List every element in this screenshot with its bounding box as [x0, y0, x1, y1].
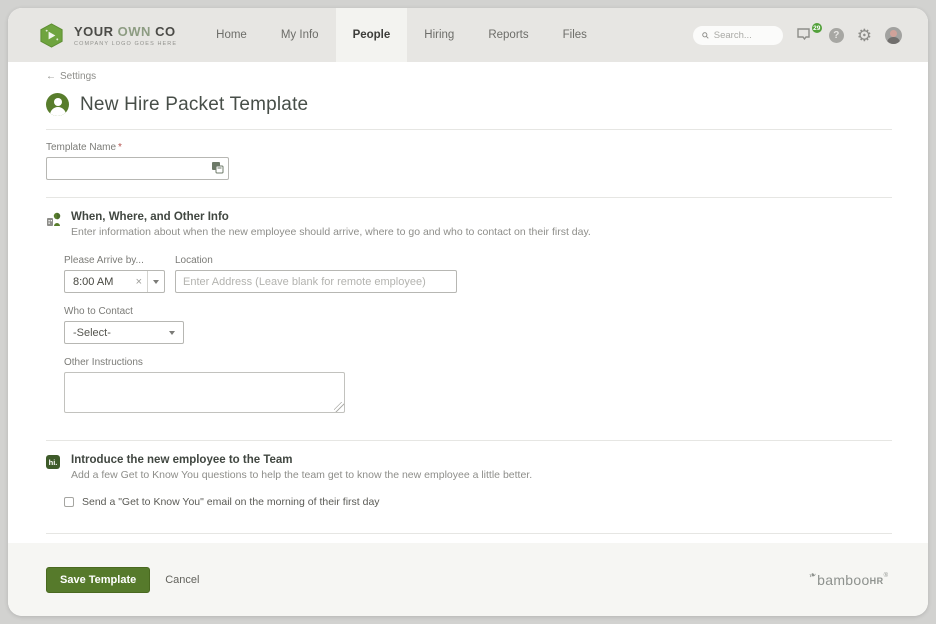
clear-icon[interactable]: ×: [131, 276, 147, 288]
nav-reports[interactable]: Reports: [471, 8, 545, 62]
introduce-section-subtitle: Add a few Get to Know You questions to h…: [71, 469, 532, 481]
nav-my-info[interactable]: My Info: [264, 8, 336, 62]
location-people-icon: [46, 211, 63, 238]
translate-icon[interactable]: [211, 161, 224, 174]
divider: [46, 533, 892, 534]
search-input[interactable]: [714, 30, 774, 41]
inbox-badge: 29: [811, 22, 823, 34]
divider: [46, 129, 892, 130]
app-window: YOUR OWN CO COMPANY LOGO GOES HERE Home …: [8, 8, 928, 616]
divider: [46, 197, 892, 198]
page-title: New Hire Packet Template: [80, 94, 308, 116]
who-to-contact-label: Who to Contact: [64, 306, 892, 317]
inbox-icon[interactable]: 29: [796, 27, 816, 43]
gear-icon[interactable]: ⚙: [857, 27, 872, 44]
arrive-by-select[interactable]: 8:00 AM ×: [64, 270, 165, 293]
hi-badge-icon: hi.: [46, 455, 60, 469]
company-tagline: COMPANY LOGO GOES HERE: [74, 41, 177, 47]
checkbox[interactable]: [64, 497, 74, 507]
leaf-icon: ❧: [807, 569, 818, 582]
location-input[interactable]: [175, 270, 457, 293]
who-to-contact-select[interactable]: -Select-: [64, 321, 184, 344]
top-navigation-bar: YOUR OWN CO COMPANY LOGO GOES HERE Home …: [8, 8, 928, 62]
person-circle-icon: [46, 93, 69, 116]
search-icon: [702, 31, 709, 40]
nav-files[interactable]: Files: [546, 8, 604, 62]
search-box[interactable]: [693, 26, 783, 45]
breadcrumb-settings[interactable]: ← Settings: [46, 62, 96, 82]
save-template-button[interactable]: Save Template: [46, 567, 150, 593]
footer-bar: Save Template Cancel ❧ bamboo HR ®: [8, 543, 928, 616]
company-name: YOUR OWN CO: [74, 24, 177, 39]
checkbox-label: Send a "Get to Know You" email on the mo…: [82, 496, 380, 508]
nav-people[interactable]: People: [336, 8, 408, 62]
cancel-button[interactable]: Cancel: [165, 574, 199, 586]
arrive-by-label: Please Arrive by...: [64, 255, 165, 266]
when-where-section-subtitle: Enter information about when the new emp…: [71, 226, 591, 238]
other-instructions-label: Other Instructions: [64, 357, 892, 368]
chevron-down-icon[interactable]: [147, 271, 164, 292]
introduce-section-title: Introduce the new employee to the Team: [71, 454, 532, 466]
user-avatar[interactable]: [885, 27, 902, 44]
main-nav: Home My Info People Hiring Reports Files: [199, 8, 604, 62]
template-name-label: Template Name*: [46, 142, 892, 153]
when-where-section-title: When, Where, and Other Info: [71, 211, 591, 223]
nav-home[interactable]: Home: [199, 8, 264, 62]
bamboohr-logo: ❧ bamboo HR ®: [809, 572, 888, 588]
help-icon[interactable]: ?: [829, 28, 844, 43]
company-logo-icon: [38, 22, 65, 49]
template-name-input[interactable]: [46, 157, 229, 180]
location-label: Location: [175, 255, 457, 266]
back-arrow-icon: ←: [46, 71, 56, 82]
get-to-know-you-checkbox-row[interactable]: Send a "Get to Know You" email on the mo…: [64, 496, 380, 508]
divider: [46, 440, 892, 441]
chevron-down-icon: [169, 331, 175, 335]
company-logo[interactable]: YOUR OWN CO COMPANY LOGO GOES HERE: [8, 8, 177, 62]
required-asterisk: *: [118, 142, 122, 153]
other-instructions-textarea[interactable]: [64, 372, 345, 413]
page-content: ← Settings New Hire Packet Template Temp…: [8, 62, 928, 561]
nav-hiring[interactable]: Hiring: [407, 8, 471, 62]
